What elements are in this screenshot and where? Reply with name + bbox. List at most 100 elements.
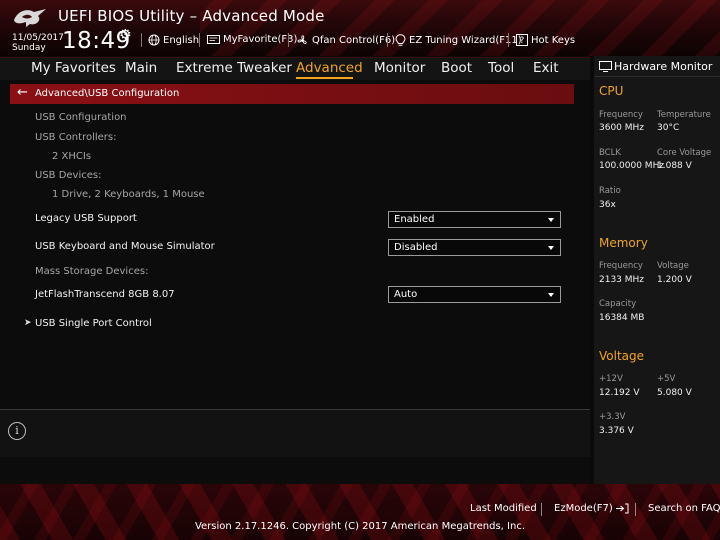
tab-tool[interactable]: Tool xyxy=(488,60,514,76)
fan-icon xyxy=(297,35,307,45)
toolbar-divider xyxy=(141,33,142,47)
chevron-right-icon: ➤ xyxy=(24,318,32,328)
memory-heading: Memory xyxy=(599,236,648,250)
jetflash-emulation-value: Auto xyxy=(394,289,418,300)
tab-advanced[interactable]: Advanced xyxy=(296,60,363,76)
svg-text:?: ? xyxy=(520,36,525,46)
v12-label: +12V xyxy=(599,374,623,384)
qfan-control-label: Qfan Control(F6) xyxy=(312,35,396,46)
memory-frequency-label: Frequency xyxy=(599,261,643,271)
settings-panel: USB Configuration USB Controllers: 2 XHC… xyxy=(0,104,590,408)
usb-controllers-value: 2 XHCIs xyxy=(52,151,92,162)
gear-icon[interactable]: ⚙ xyxy=(119,27,132,43)
hardware-monitor-title: Hardware Monitor xyxy=(614,60,713,73)
tab-extreme-tweaker[interactable]: Extreme Tweaker xyxy=(176,60,292,76)
v5-value: 5.080 V xyxy=(657,388,692,398)
legacy-usb-support-select[interactable]: Enabled xyxy=(388,211,561,228)
legacy-usb-support-label[interactable]: Legacy USB Support xyxy=(35,213,137,224)
ezmode-button[interactable]: EzMode(F7) xyxy=(554,503,629,514)
usb-configuration-heading: USB Configuration xyxy=(35,112,127,123)
legacy-usb-support-value: Enabled xyxy=(394,214,435,225)
top-header: UEFI BIOS Utility – Advanced Mode 11/05/… xyxy=(0,0,720,56)
footer-divider xyxy=(541,503,542,516)
language-button[interactable]: English xyxy=(148,34,199,46)
active-tab-indicator xyxy=(296,77,353,79)
bottom-footer: Last Modified EzMode(F7) Search on FAQ V… xyxy=(0,484,720,540)
usb-devices-value: 1 Drive, 2 Keyboards, 1 Mouse xyxy=(52,189,205,200)
toolbar-divider xyxy=(508,33,509,47)
last-modified-button[interactable]: Last Modified xyxy=(470,503,537,514)
footer-divider xyxy=(635,503,636,516)
date-text: 11/05/2017 xyxy=(12,33,64,43)
tab-my-favorites[interactable]: My Favorites xyxy=(31,60,116,76)
breadcrumb-path: Advanced\USB Configuration xyxy=(35,88,180,99)
usb-devices-label: USB Devices: xyxy=(35,170,102,181)
help-description-panel: i xyxy=(0,409,590,457)
ez-tuning-wizard-button[interactable]: EZ Tuning Wizard(F11) xyxy=(395,34,522,47)
usb-controllers-label: USB Controllers: xyxy=(35,132,117,143)
ez-tuning-wizard-label: EZ Tuning Wizard(F11) xyxy=(409,35,522,46)
qfan-control-button[interactable]: Qfan Control(F6) xyxy=(296,34,395,47)
ratio-label: Ratio xyxy=(599,186,621,196)
memory-capacity-label: Capacity xyxy=(599,299,637,309)
memory-frequency-value: 2133 MHz xyxy=(599,275,645,285)
hot-keys-label: Hot Keys xyxy=(531,34,576,46)
core-voltage-value: 1.088 V xyxy=(657,161,692,171)
v5-label: +5V xyxy=(657,374,676,384)
hardware-monitor-panel: Hardware Monitor CPU Frequency Temperatu… xyxy=(594,56,720,484)
memory-capacity-value: 16384 MB xyxy=(599,313,645,323)
monitor-icon xyxy=(599,61,612,72)
bulb-icon xyxy=(395,34,406,46)
app-title: UEFI BIOS Utility – Advanced Mode xyxy=(58,7,325,25)
toolbar-divider xyxy=(288,33,289,47)
question-icon: ? xyxy=(516,34,528,46)
cpu-temperature-label: Temperature xyxy=(657,110,711,120)
hardware-monitor-divider xyxy=(594,76,720,77)
usb-single-port-control-item[interactable]: USB Single Port Control xyxy=(35,318,152,329)
favorite-icon xyxy=(207,35,220,44)
breadcrumb[interactable]: ← Advanced\USB Configuration xyxy=(10,84,574,104)
exit-arrow-icon xyxy=(615,503,629,514)
memory-voltage-value: 1.200 V xyxy=(657,275,692,285)
date-display: 11/05/2017 Sunday xyxy=(12,33,64,53)
tab-monitor[interactable]: Monitor xyxy=(374,60,425,76)
dropdown-caret-icon xyxy=(548,246,554,250)
jetflash-label[interactable]: JetFlashTranscend 8GB 8.07 xyxy=(35,289,175,300)
rog-logo-icon xyxy=(14,9,46,27)
tab-exit[interactable]: Exit xyxy=(533,60,559,76)
core-voltage-label: Core Voltage xyxy=(657,148,712,158)
toolbar-divider xyxy=(199,33,200,47)
ezmode-label: EzMode(F7) xyxy=(554,503,613,514)
globe-icon xyxy=(148,34,160,46)
copyright-text: Version 2.17.1246. Copyright (C) 2017 Am… xyxy=(194,521,526,532)
main-menu-bar: My Favorites Main Extreme Tweaker Advanc… xyxy=(0,57,590,80)
hot-keys-button[interactable]: ? Hot Keys xyxy=(516,34,575,46)
usb-kbm-simulator-value: Disabled xyxy=(394,242,438,253)
usb-kbm-simulator-select[interactable]: Disabled xyxy=(388,239,561,256)
search-faq-label: Search on FAQ xyxy=(648,503,720,514)
dropdown-caret-icon xyxy=(548,218,554,222)
v12-value: 12.192 V xyxy=(599,388,640,398)
jetflash-emulation-select[interactable]: Auto xyxy=(388,286,561,303)
voltage-heading: Voltage xyxy=(599,349,645,363)
mass-storage-devices-label: Mass Storage Devices: xyxy=(35,266,149,277)
toolbar-divider xyxy=(387,33,388,47)
day-text: Sunday xyxy=(12,43,46,53)
language-label: English xyxy=(163,34,200,46)
cpu-heading: CPU xyxy=(599,84,624,98)
myfavorite-label: MyFavorite(F3) xyxy=(223,34,298,45)
dropdown-caret-icon xyxy=(548,293,554,297)
ratio-value: 36x xyxy=(599,200,616,210)
v33-value: 3.376 V xyxy=(599,426,634,436)
v33-label: +3.3V xyxy=(599,412,626,422)
bclk-value: 100.0000 MHz xyxy=(599,161,665,171)
tab-main[interactable]: Main xyxy=(125,60,157,76)
tab-boot[interactable]: Boot xyxy=(441,60,472,76)
search-faq-button[interactable]: Search on FAQ xyxy=(648,503,720,514)
usb-kbm-simulator-label[interactable]: USB Keyboard and Mouse Simulator xyxy=(35,241,215,252)
cpu-temperature-value: 30°C xyxy=(657,123,680,133)
back-arrow-icon[interactable]: ← xyxy=(17,85,28,100)
cpu-frequency-label: Frequency xyxy=(599,110,643,120)
myfavorite-button[interactable]: MyFavorite(F3) xyxy=(207,34,297,45)
bclk-label: BCLK xyxy=(599,148,621,158)
